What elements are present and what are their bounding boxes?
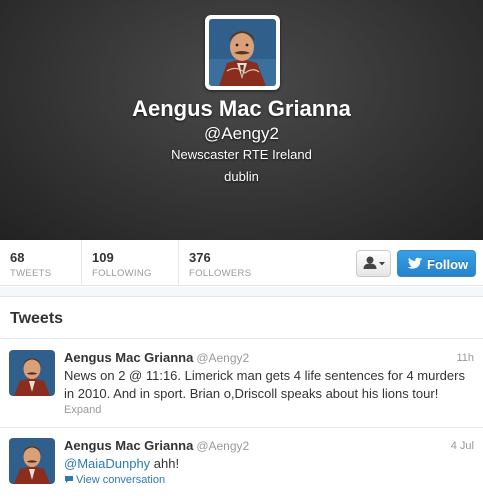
expand-link[interactable]: Expand (64, 404, 101, 416)
twitter-bird-icon (407, 257, 423, 269)
profile-photo (209, 19, 276, 86)
profile-name: Aengus Mac Grianna (132, 96, 351, 121)
tweets-heading: Tweets (10, 310, 64, 327)
tweet-author-handle: @Aengy2 (196, 439, 250, 453)
view-conversation-link[interactable]: View conversation (64, 474, 165, 486)
follow-label: Follow (427, 257, 469, 272)
user-actions-button[interactable] (356, 250, 391, 277)
tweet-item[interactable]: Aengus Mac Grianna @Aengy2 11h News on 2 … (0, 339, 483, 427)
tweet-author-handle: @Aengy2 (196, 351, 250, 365)
tweet-avatar[interactable] (9, 438, 55, 484)
tweet-author-name: Aengus Mac Grianna (64, 438, 194, 453)
stat-followers[interactable]: 376 FOLLOWERS (178, 240, 275, 286)
follow-button[interactable]: Follow (397, 250, 476, 277)
tweet-avatar[interactable] (9, 350, 55, 396)
tweet-text-line: News on 2 @ 11:16. Limerick man gets 4 l… (64, 368, 465, 383)
profile-avatar[interactable] (205, 15, 280, 90)
stat-following-label: FOLLOWING (92, 268, 152, 279)
stat-tweets-label: TWEETS (10, 268, 52, 279)
profile-header: Aengus Mac Grianna @Aengy2 Newscaster RT… (0, 0, 483, 240)
tweet-timestamp[interactable]: 4 Jul (451, 440, 474, 452)
tweet-author[interactable]: Aengus Mac Grianna @Aengy2 (64, 350, 249, 365)
tweet-item[interactable]: Aengus Mac Grianna @Aengy2 4 Jul @MaiaDun… (0, 428, 483, 500)
stat-tweets[interactable]: 68 TWEETS (0, 240, 81, 286)
profile-bio: Newscaster RTE Ireland (171, 147, 312, 162)
stat-followers-label: FOLLOWERS (189, 268, 252, 279)
stat-followers-value: 376 (189, 250, 211, 265)
stat-following-value: 109 (92, 250, 114, 265)
tweet-timestamp[interactable]: 11h (456, 352, 474, 364)
mention-link[interactable]: @MaiaDunphy (64, 456, 150, 471)
tweet-text: News on 2 @ 11:16. Limerick man gets 4 l… (64, 367, 476, 403)
speech-bubble-icon (65, 476, 73, 483)
section-gap (0, 287, 483, 297)
view-conversation-label: View conversation (76, 474, 166, 486)
tweet-text-rest: ahh! (150, 456, 180, 471)
tweet-author[interactable]: Aengus Mac Grianna @Aengy2 (64, 438, 249, 453)
stat-following[interactable]: 109 FOLLOWING (81, 240, 178, 286)
profile-location: dublin (224, 169, 259, 184)
tweet-text: @MaiaDunphy ahh! (64, 455, 476, 473)
person-dropdown-icon (363, 256, 385, 269)
tweet-author-name: Aengus Mac Grianna (64, 350, 194, 365)
stat-tweets-value: 68 (10, 250, 25, 265)
profile-handle: @Aengy2 (204, 124, 279, 143)
tweet-text-line: in 2010. And in sport. Brian o,Driscoll … (64, 386, 439, 401)
